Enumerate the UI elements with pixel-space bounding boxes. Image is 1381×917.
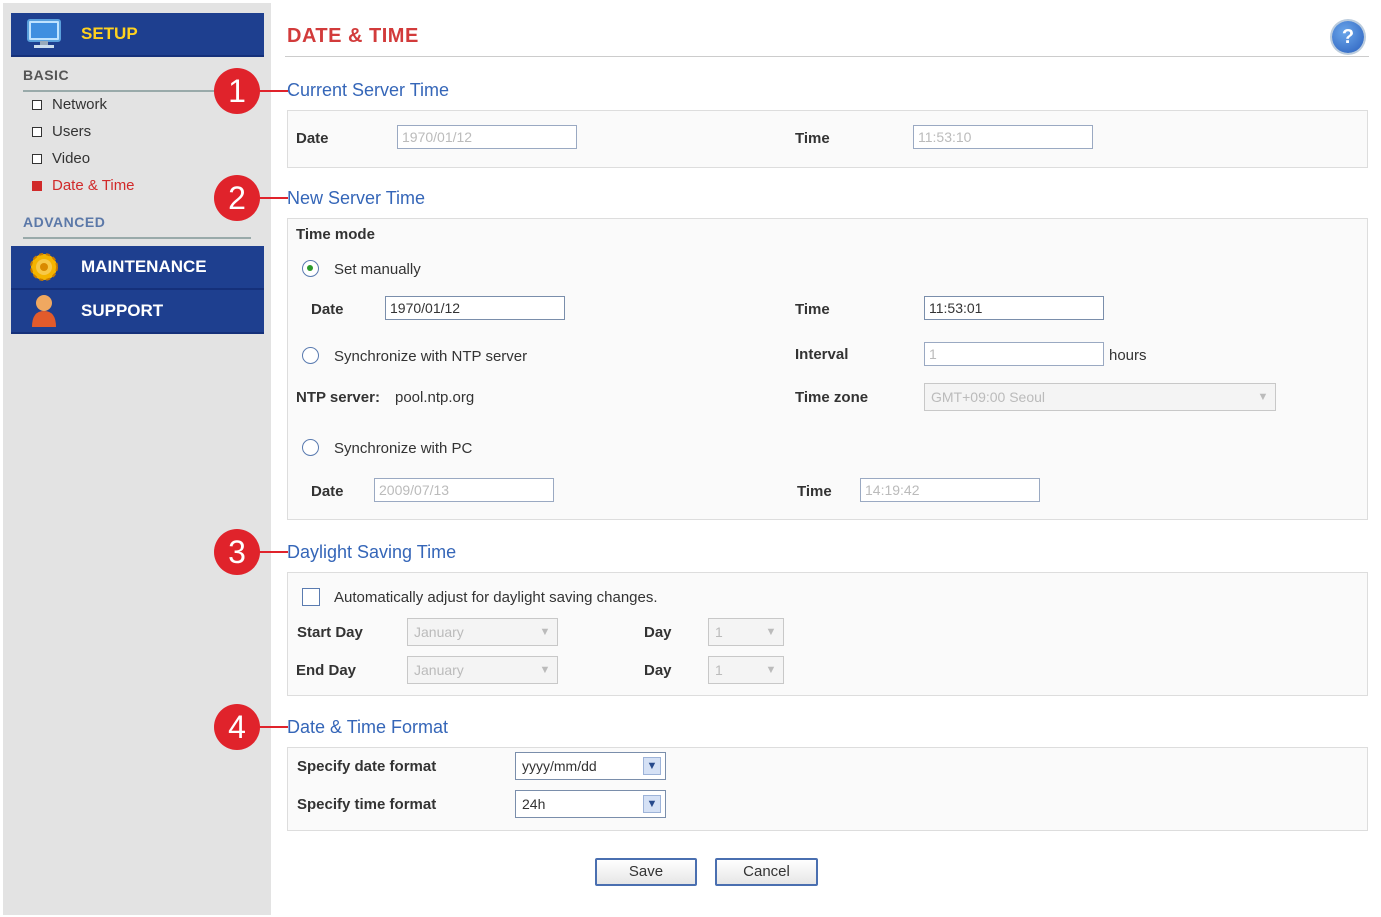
new-server-time-heading: New Server Time <box>287 188 426 208</box>
end-day-number-label: Day <box>644 662 672 679</box>
timezone-select[interactable]: GMT+09:00 Seoul ▼ <box>924 383 1276 411</box>
manual-time-label: Time <box>795 301 830 318</box>
chevron-down-icon: ▼ <box>539 626 551 638</box>
end-day-value: 1 <box>715 662 723 678</box>
date-format-label: Specify date format <box>297 758 437 775</box>
time-format-select[interactable]: 24h ▼ <box>515 790 666 818</box>
marker-1: 1 <box>214 68 260 114</box>
current-date-label: Date <box>296 130 329 147</box>
sidebar: SETUP BASIC Network Users Video Date & T… <box>3 3 271 915</box>
end-month-select[interactable]: January ▼ <box>407 656 558 684</box>
sidebar-item-label: Video <box>52 150 91 167</box>
set-manually-radio[interactable] <box>302 260 319 277</box>
setup-label: SETUP <box>81 24 138 43</box>
title-divider <box>285 56 1369 57</box>
monitor-icon <box>25 17 63 51</box>
manual-date-label: Date <box>311 301 344 318</box>
interval-unit: hours <box>1109 347 1147 364</box>
current-time-field: 11:53:10 <box>913 125 1093 149</box>
date-format-select[interactable]: yyyy/mm/dd ▼ <box>515 752 666 780</box>
maintenance-label: MAINTENANCE <box>81 257 207 276</box>
support-menu-button[interactable]: SUPPORT <box>11 290 264 334</box>
time-format-value: 24h <box>522 796 546 812</box>
auto-adjust-label: Automatically adjust for daylight saving… <box>334 589 658 606</box>
sidebar-item-label: Date & Time <box>52 177 135 194</box>
basic-section-label: BASIC <box>23 67 70 83</box>
help-icon[interactable]: ? <box>1332 21 1364 53</box>
current-server-time-heading: Current Server Time <box>287 80 450 100</box>
pc-date-field: 2009/07/13 <box>374 478 554 502</box>
date-format-value: yyyy/mm/dd <box>522 758 597 774</box>
sidebar-item-video[interactable]: Video <box>32 150 90 167</box>
page-title: DATE & TIME <box>287 25 419 47</box>
manual-date-input[interactable]: 1970/01/12 <box>385 296 565 320</box>
end-day-label: End Day <box>296 662 357 679</box>
bullet-icon <box>32 126 42 137</box>
time-mode-label: Time mode <box>296 226 375 243</box>
maintenance-menu-button[interactable]: MAINTENANCE <box>11 246 264 290</box>
marker-3: 3 <box>214 529 260 575</box>
current-time-label: Time <box>795 130 830 147</box>
sidebar-item-label: Network <box>52 96 108 113</box>
gear-icon <box>25 250 63 284</box>
chevron-down-icon: ▼ <box>643 757 661 775</box>
bullet-icon <box>32 180 42 191</box>
main-content: DATE & TIME ? Current Server Time Date 1… <box>271 0 1381 917</box>
end-day-select[interactable]: 1 ▼ <box>708 656 784 684</box>
setup-menu-button[interactable]: SETUP <box>11 13 264 57</box>
chevron-down-icon: ▼ <box>643 795 661 813</box>
auto-adjust-checkbox[interactable] <box>302 588 320 606</box>
advanced-section-label: ADVANCED <box>23 214 106 230</box>
support-label: SUPPORT <box>81 301 164 320</box>
advanced-divider <box>23 237 251 239</box>
sidebar-item-users[interactable]: Users <box>32 123 91 140</box>
start-month-value: January <box>414 624 464 640</box>
chevron-down-icon: ▼ <box>765 626 777 638</box>
ntp-server-label: NTP server: <box>296 389 380 406</box>
pc-time-label: Time <box>797 483 832 500</box>
sync-pc-radio[interactable] <box>302 439 319 456</box>
current-date-field: 1970/01/12 <box>397 125 577 149</box>
marker-2: 2 <box>214 175 260 221</box>
person-icon <box>25 294 63 328</box>
start-day-number-label: Day <box>644 624 672 641</box>
sidebar-item-date-time[interactable]: Date & Time <box>32 177 135 194</box>
chevron-down-icon: ▼ <box>1257 391 1269 403</box>
sidebar-item-network[interactable]: Network <box>32 96 107 113</box>
timezone-value: GMT+09:00 Seoul <box>931 389 1046 405</box>
end-month-value: January <box>414 662 464 678</box>
bullet-icon <box>32 153 42 164</box>
ntp-server-value: pool.ntp.org <box>395 389 475 406</box>
start-day-select[interactable]: 1 ▼ <box>708 618 784 646</box>
start-day-value: 1 <box>715 624 723 640</box>
start-month-select[interactable]: January ▼ <box>407 618 558 646</box>
new-server-time-panel <box>287 218 1368 520</box>
sync-ntp-label: Synchronize with NTP server <box>334 348 528 365</box>
date-time-format-panel <box>287 747 1368 831</box>
save-button[interactable]: Save <box>595 858 697 886</box>
daylight-saving-heading: Daylight Saving Time <box>287 542 457 562</box>
pc-time-field: 14:19:42 <box>860 478 1040 502</box>
timezone-label: Time zone <box>795 389 869 406</box>
interval-input[interactable]: 1 <box>924 342 1104 366</box>
manual-time-input[interactable]: 11:53:01 <box>924 296 1104 320</box>
chevron-down-icon: ▼ <box>539 664 551 676</box>
pc-date-label: Date <box>311 483 344 500</box>
bullet-icon <box>32 99 42 110</box>
sync-pc-label: Synchronize with PC <box>334 440 473 457</box>
date-time-format-heading: Date & Time Format <box>287 717 449 737</box>
sidebar-item-label: Users <box>52 123 92 140</box>
sync-ntp-radio[interactable] <box>302 347 319 364</box>
chevron-down-icon: ▼ <box>765 664 777 676</box>
marker-4: 4 <box>214 704 260 750</box>
time-format-label: Specify time format <box>297 796 437 813</box>
interval-label: Interval <box>795 346 849 363</box>
cancel-button[interactable]: Cancel <box>715 858 818 886</box>
set-manually-label: Set manually <box>334 261 421 278</box>
start-day-label: Start Day <box>297 624 363 641</box>
